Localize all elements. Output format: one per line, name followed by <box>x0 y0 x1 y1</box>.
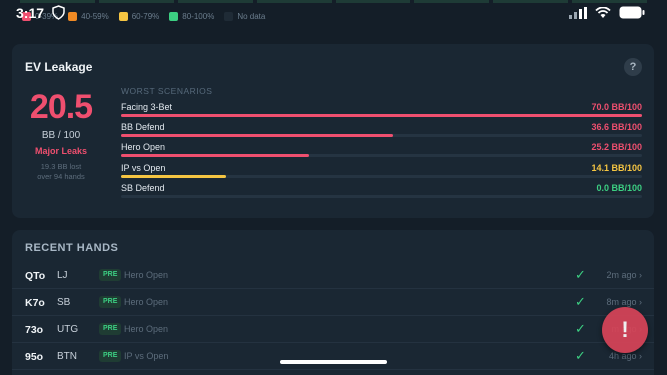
legend-swatch <box>224 12 234 21</box>
street-badge: PRE <box>99 323 122 335</box>
scenario-label: Hero Open <box>121 142 166 152</box>
check-icon: ✓ <box>575 321 586 336</box>
scenario-value: 25.2 BB/100 <box>591 142 642 152</box>
scenario-value: 0.0 BB/100 <box>596 183 642 193</box>
hand-row[interactable]: QTo LJ PRE Hero Open 2m ago › ✓ <box>12 262 654 289</box>
scenario-row: Hero Open 25.2 BB/100 <box>121 142 642 162</box>
scenario-bar-track <box>121 154 642 157</box>
scenario-row: IP vs Open 14.1 BB/100 <box>121 163 642 183</box>
lost-line-2: over 94 hands <box>37 172 85 181</box>
scenario-value: 36.6 BB/100 <box>591 122 642 132</box>
street-badge: PRE <box>99 350 122 362</box>
hand-position: BTN <box>57 351 77 362</box>
ev-leakage-card: EV Leakage ? 20.5 BB / 100 Major Leaks 1… <box>12 44 654 218</box>
scenario-bar-fill <box>121 114 642 117</box>
ev-unit: BB / 100 <box>41 130 81 141</box>
hand-name: 73o <box>25 324 44 336</box>
hand-position: SB <box>57 297 71 308</box>
check-icon: ✓ <box>575 267 586 282</box>
scenario-bar-fill <box>121 134 394 137</box>
legend-label: 80-100% <box>182 12 215 21</box>
home-indicator[interactable] <box>280 360 387 364</box>
scenario-bar-fill <box>121 175 226 178</box>
hand-scenario: Hero Open <box>124 270 169 280</box>
scenario-label: Facing 3-Bet <box>121 102 173 112</box>
wifi-icon <box>595 6 611 18</box>
heatmap-edge <box>0 0 667 3</box>
legend-item: No data <box>224 12 265 21</box>
scenario-label: SB Defend <box>121 183 165 193</box>
hand-row[interactable]: K7o SB PRE Hero Open 8m ago › ✓ <box>12 289 654 316</box>
hand-name: QTo <box>25 270 46 282</box>
scenario-label: BB Defend <box>121 122 165 132</box>
legend-item: 80-100% <box>169 12 214 21</box>
hand-position: LJ <box>57 270 68 281</box>
street-badge: PRE <box>99 269 122 281</box>
worst-scenarios-header: WORST SCENARIOS <box>121 86 213 96</box>
hand-time: 8m ago › <box>606 297 642 307</box>
scenario-value: 70.0 BB/100 <box>591 102 642 112</box>
lost-line-1: 19.3 BB lost <box>40 162 82 171</box>
recent-hands-card: RECENT HANDS QTo LJ PRE Hero Open 2m ago › ✓ K… <box>12 230 654 375</box>
scenario-bar-track <box>121 175 642 178</box>
hand-scenario: Hero Open <box>124 324 169 334</box>
scenario-bar-track <box>121 114 642 117</box>
scenario-value: 14.1 BB/100 <box>591 163 642 173</box>
hand-position: UTG <box>57 324 79 335</box>
lost-summary: 19.3 BB lost over 94 hands <box>25 162 97 182</box>
hand-scenario: IP vs Open <box>124 351 169 361</box>
scenario-row: BB Defend 36.6 BB/100 <box>121 122 642 142</box>
scenario-row: SB Defend 0.0 BB/100 <box>121 183 642 203</box>
status-bar: 0-39% 40-59% 60-79% 80-100% No data 3:17 <box>0 0 667 34</box>
legend-label: 40-59% <box>81 12 109 21</box>
report-issue-button[interactable]: ! <box>602 307 648 353</box>
legend-swatch <box>68 12 78 21</box>
hand-scenario: Hero Open <box>124 297 169 307</box>
legend-swatch <box>118 12 128 21</box>
check-icon: ✓ <box>575 348 586 363</box>
legend-label: 60-79% <box>131 12 160 21</box>
scenario-label: IP vs Open <box>121 163 166 173</box>
scenario-bar-track <box>121 195 642 198</box>
legend-item: 60-79% <box>118 12 160 21</box>
scenario-bar-fill <box>121 154 309 157</box>
legend-swatch <box>169 12 179 21</box>
recent-hands-title: RECENT HANDS <box>25 242 119 254</box>
help-button[interactable]: ? <box>624 58 642 76</box>
battery-icon <box>619 6 645 19</box>
hand-row[interactable]: 73oUTGPREHero Openm ago ›✓ <box>12 316 654 343</box>
hand-row[interactable]: 95o BTN PRE IP vs Open 4h ago › ✓ <box>12 343 654 370</box>
check-icon: ✓ <box>575 294 586 309</box>
status-time: 3:17 <box>16 5 45 21</box>
hand-time: 2m ago › <box>606 270 642 280</box>
hand-name: 95o <box>25 351 44 363</box>
legend-label: No data <box>237 12 266 21</box>
legend-item: 40-59% <box>68 12 109 21</box>
cellular-signal-icon <box>569 6 587 19</box>
scenario-bar-track <box>121 134 642 137</box>
scenario-row: Facing 3-Bet 70.0 BB/100 <box>121 102 642 122</box>
card-title: EV Leakage <box>25 60 93 74</box>
severity-label: Major Leaks <box>34 146 88 156</box>
ev-score: 20.5 <box>29 88 93 126</box>
street-badge: PRE <box>99 296 122 308</box>
location-shield-icon <box>52 5 65 20</box>
hand-name: K7o <box>25 297 45 309</box>
